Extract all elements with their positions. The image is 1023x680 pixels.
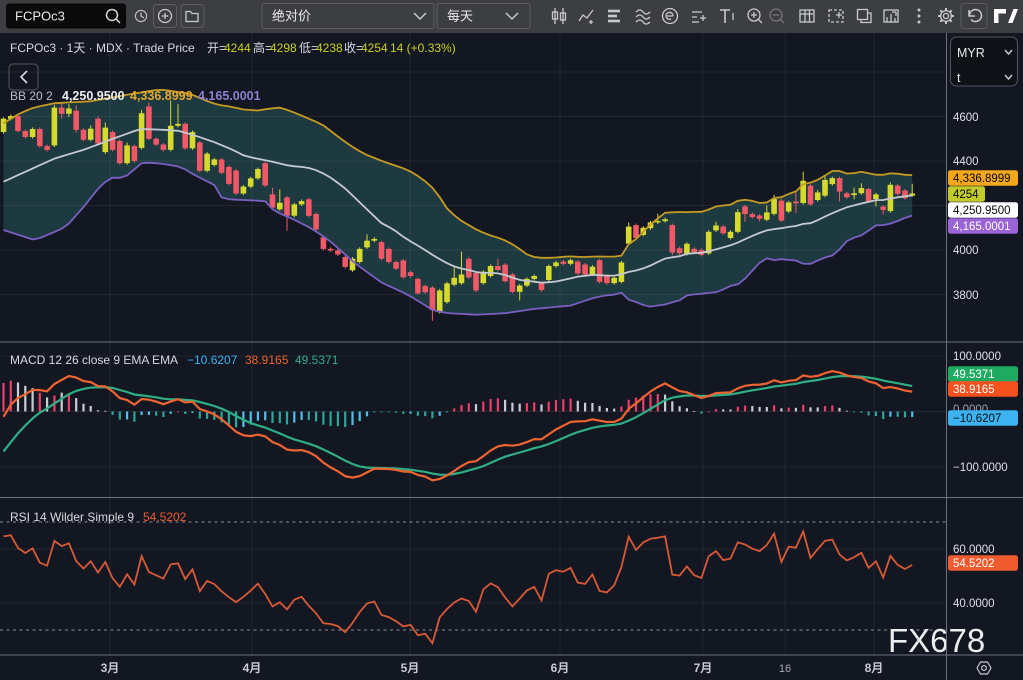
svg-text:14 (+0.33%): 14 (+0.33%) xyxy=(390,41,456,55)
svg-text:4,165.0001: 4,165.0001 xyxy=(953,221,1011,233)
svg-text:−100.0000: −100.0000 xyxy=(953,462,1008,474)
svg-text:16: 16 xyxy=(779,663,791,675)
svg-text:38.9165: 38.9165 xyxy=(245,353,289,367)
svg-text:4月: 4月 xyxy=(243,661,262,675)
svg-text:每天: 每天 xyxy=(447,9,473,24)
svg-text:FX678: FX678 xyxy=(888,622,985,659)
svg-text:BB 20 2: BB 20 2 xyxy=(10,89,53,103)
svg-text:54.5202: 54.5202 xyxy=(143,510,187,524)
svg-text:54.5202: 54.5202 xyxy=(953,558,995,570)
svg-text:4254: 4254 xyxy=(361,41,388,55)
svg-text:60.0000: 60.0000 xyxy=(953,544,995,556)
svg-text:MYR: MYR xyxy=(957,46,985,60)
svg-text:4600: 4600 xyxy=(953,112,979,124)
svg-text:−10.6207: −10.6207 xyxy=(187,353,238,367)
svg-text:49.5371: 49.5371 xyxy=(953,369,995,381)
svg-text:4,250.9500: 4,250.9500 xyxy=(62,89,125,103)
svg-text:FCPOc3: FCPOc3 xyxy=(15,9,65,24)
svg-text:RSI 14 Wilder Simple 9: RSI 14 Wilder Simple 9 xyxy=(10,510,134,524)
svg-text:t: t xyxy=(957,71,961,85)
svg-text:4244: 4244 xyxy=(224,41,251,55)
svg-text:7月: 7月 xyxy=(694,661,713,675)
svg-text:4,250.9500: 4,250.9500 xyxy=(953,205,1011,217)
svg-text:3月: 3月 xyxy=(101,661,120,675)
svg-text:MACD 12 26 close 9 EMA EMA: MACD 12 26 close 9 EMA EMA xyxy=(10,353,178,367)
svg-text:4238: 4238 xyxy=(316,41,343,55)
svg-text:4000: 4000 xyxy=(953,245,979,257)
svg-text:40.0000: 40.0000 xyxy=(953,598,995,610)
svg-text:6月: 6月 xyxy=(551,661,570,675)
svg-text:3800: 3800 xyxy=(953,290,979,302)
svg-text:−10.6207: −10.6207 xyxy=(953,413,1001,425)
svg-text:4400: 4400 xyxy=(953,156,979,168)
svg-text:4254: 4254 xyxy=(953,189,979,201)
svg-text:4,336.8999: 4,336.8999 xyxy=(130,89,193,103)
svg-text:100.0000: 100.0000 xyxy=(953,351,1001,363)
svg-text:4,336.8999: 4,336.8999 xyxy=(953,173,1011,185)
svg-text:5月: 5月 xyxy=(401,661,420,675)
svg-text:49.5371: 49.5371 xyxy=(295,353,339,367)
svg-text:4,165.0001: 4,165.0001 xyxy=(198,89,261,103)
svg-text:38.9165: 38.9165 xyxy=(953,384,995,396)
svg-text:8月: 8月 xyxy=(865,661,884,675)
svg-text:FCPOc3 · 1天 · MDX · Trade Pric: FCPOc3 · 1天 · MDX · Trade Price xyxy=(10,41,195,55)
svg-text:4298: 4298 xyxy=(270,41,297,55)
svg-text:绝对价: 绝对价 xyxy=(272,9,311,24)
